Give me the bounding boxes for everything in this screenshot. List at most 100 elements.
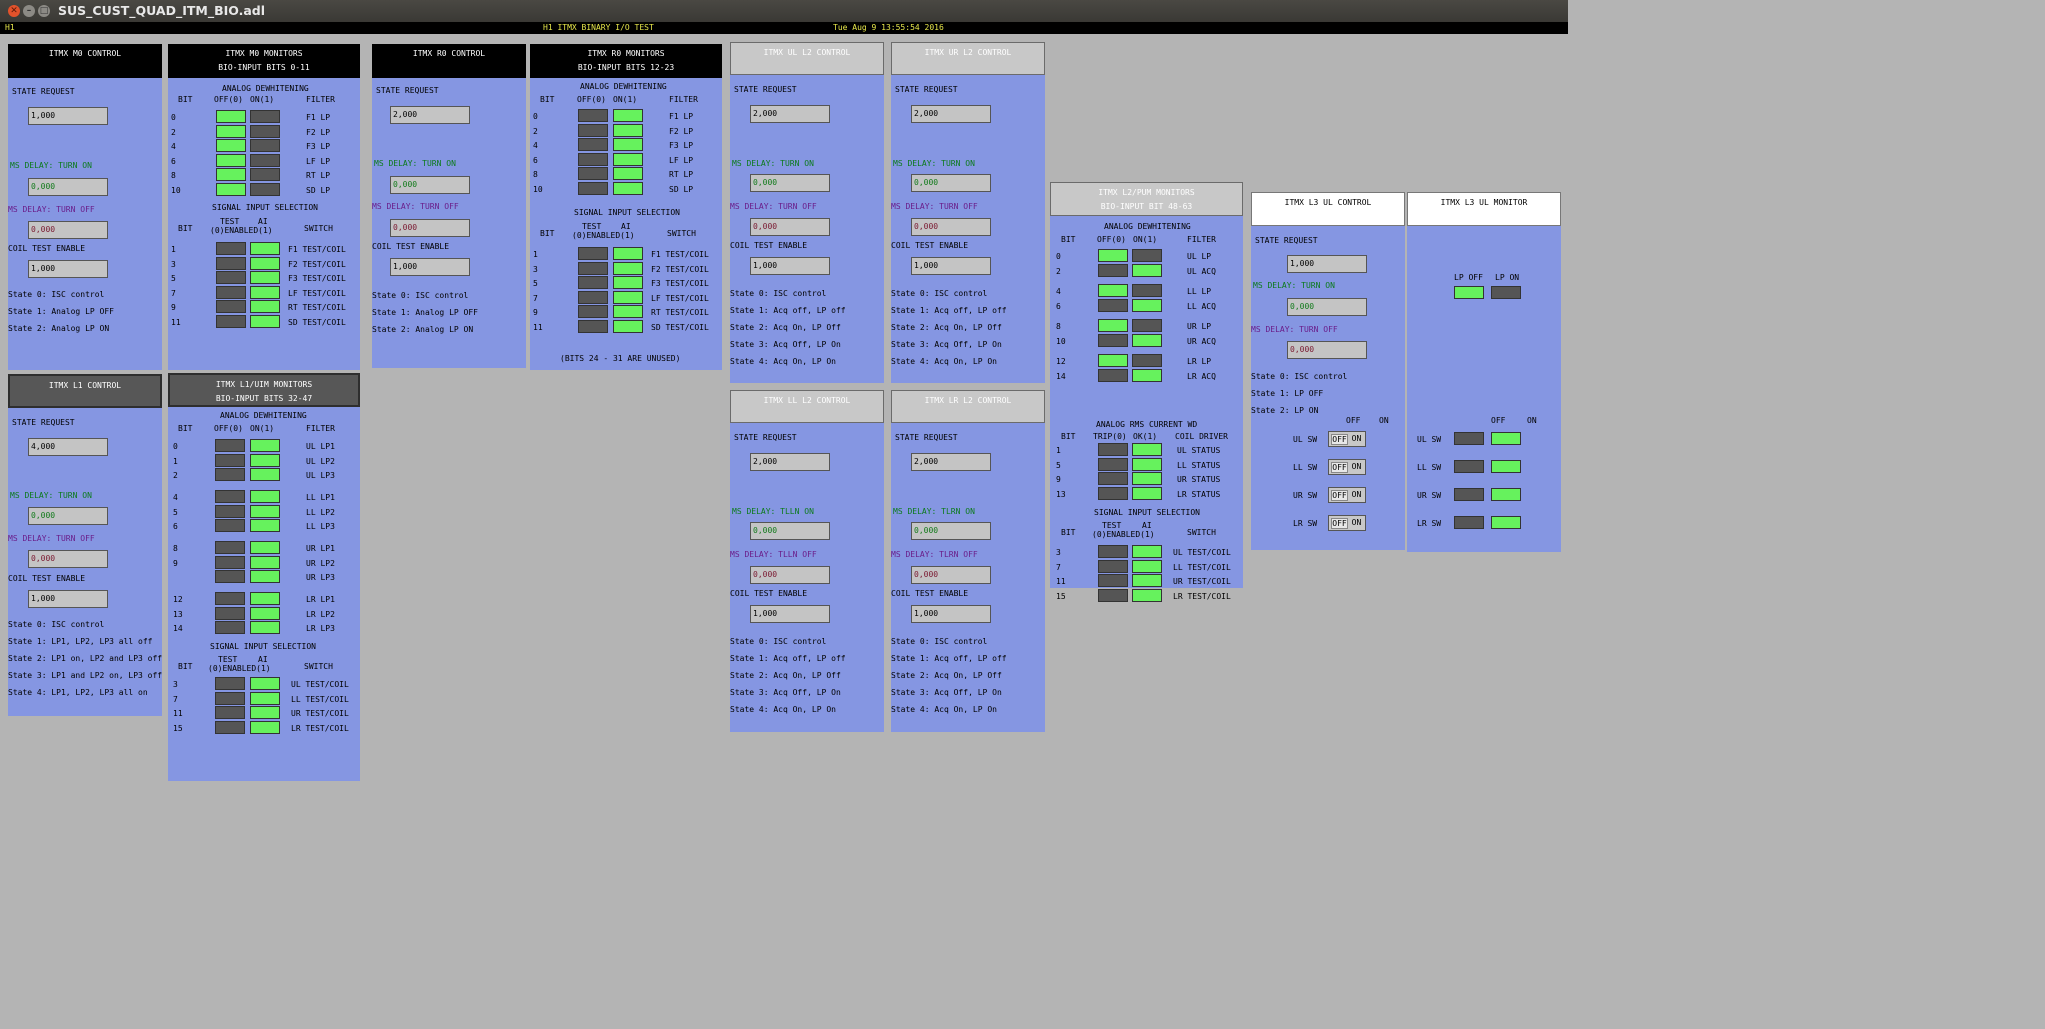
dewhitening-on-led: [613, 109, 643, 122]
filter-label: F3 LP: [306, 142, 331, 152]
signal-ai-led: [250, 242, 280, 255]
dewhitening-on-led: [613, 138, 643, 152]
delay-off-field[interactable]: 0,000: [390, 219, 470, 237]
state-request-field[interactable]: 2,000: [750, 105, 830, 123]
state-request-field[interactable]: 2,000: [911, 453, 991, 471]
delay-off-field[interactable]: 0,000: [750, 566, 830, 584]
state-request-label: STATE REQUEST: [12, 87, 75, 96]
bit-col-header: BIT: [1061, 432, 1076, 441]
state-description: State 3: Acq Off, LP On: [730, 688, 841, 697]
delay-on-field[interactable]: 0,000: [28, 507, 108, 525]
delay-off-field[interactable]: 0,000: [750, 218, 830, 236]
delay-on-field[interactable]: 0,000: [390, 176, 470, 194]
bit-col-header: BIT: [178, 424, 193, 433]
signal-ai-led: [250, 285, 280, 299]
state-request-label: STATE REQUEST: [895, 433, 958, 442]
switch-label: F1 TEST/COIL: [288, 245, 346, 254]
signal-ai-led: [250, 300, 280, 314]
switch-toggle[interactable]: OFF ON: [1328, 459, 1366, 475]
state-request-field[interactable]: 1,000: [28, 107, 108, 125]
r0-ctrl-header: ITMX R0 CONTROL: [372, 44, 526, 78]
coil-test-field[interactable]: 1,000: [28, 260, 108, 278]
dewhitening-on-led: [613, 123, 643, 137]
state-request-field[interactable]: 2,000: [750, 453, 830, 471]
delay-on-field[interactable]: 0,000: [911, 174, 991, 192]
delay-off-field[interactable]: 0,000: [28, 221, 108, 239]
toggle-on-key[interactable]: ON: [1349, 434, 1364, 445]
delay-off-field[interactable]: 0,000: [28, 550, 108, 568]
bit-number: 3: [171, 259, 176, 269]
state-request-field[interactable]: 2,000: [911, 105, 991, 123]
delay-off-field[interactable]: 0,000: [911, 566, 991, 584]
toggle-on-key[interactable]: ON: [1349, 462, 1364, 473]
ok-col-header: OK(1): [1133, 432, 1158, 441]
signal-test-led: [1098, 588, 1128, 602]
bit-number: 4: [1056, 287, 1061, 296]
delay-off-label: MS DELAY: TLRN OFF: [891, 550, 978, 559]
state-description: State 3: Acq Off, LP On: [730, 340, 841, 349]
state-request-field[interactable]: 1,000: [1287, 255, 1367, 273]
state-description: State 1: LP OFF: [1251, 389, 1324, 398]
dewhitening-off-led: [215, 439, 245, 452]
rms-trip-led: [1098, 443, 1128, 456]
delay-on-field[interactable]: 0,000: [1287, 298, 1367, 316]
l2-mon-header: ITMX L2/PUM MONITORS BIO-INPUT BIT 48-63: [1050, 182, 1243, 216]
panel-title: ITMX R0 CONTROL: [412, 49, 486, 58]
dewhitening-off-led: [215, 555, 245, 569]
coil-test-label: COIL TEST ENABLE: [891, 589, 969, 598]
off-col-header: OFF(0): [1097, 235, 1126, 244]
toggle-on-key[interactable]: ON: [1349, 490, 1364, 501]
state-request-field[interactable]: 2,000: [390, 106, 470, 124]
delay-off-field[interactable]: 0,000: [1287, 341, 1367, 359]
switch-label: LF TEST/COIL: [651, 293, 709, 303]
coil-test-field[interactable]: 1,000: [750, 605, 830, 623]
dewhitening-on-led: [1132, 333, 1162, 347]
bit-number: 15: [1056, 591, 1066, 601]
delay-on-field[interactable]: 0,000: [750, 174, 830, 192]
bit-number: 0: [171, 113, 176, 122]
dewhitening-off-led: [1098, 298, 1128, 312]
toggle-off-key[interactable]: OFF: [1331, 490, 1348, 501]
signal-test-led: [215, 691, 245, 705]
bit-number: 12: [173, 595, 183, 604]
toggle-off-key[interactable]: OFF: [1331, 434, 1348, 445]
state-description: State 1: Analog LP OFF: [372, 308, 478, 317]
coil-test-field[interactable]: 1,000: [750, 257, 830, 275]
ai-col-header: AI: [258, 655, 268, 664]
test-col-header: TEST: [220, 217, 240, 226]
bit-number: 8: [173, 544, 178, 553]
rms-ok-led: [1132, 486, 1162, 500]
delay-on-field[interactable]: 0,000: [911, 522, 991, 540]
switch-toggle[interactable]: OFF ON: [1328, 487, 1366, 503]
toggle-on-key[interactable]: ON: [1349, 518, 1364, 529]
rms-trip-led: [1098, 486, 1128, 500]
maximize-icon[interactable]: □: [38, 5, 50, 17]
dewhitening-off-led: [216, 110, 246, 123]
dewhitening-off-led: [215, 504, 245, 518]
switch-toggle[interactable]: OFF ON: [1328, 515, 1366, 531]
enabled-col-header: (0)ENABLED(1): [572, 231, 635, 240]
coil-test-field[interactable]: 1,000: [911, 257, 991, 275]
panel-title: ITMX UR L2 CONTROL: [924, 48, 1012, 57]
toggle-off-key[interactable]: OFF: [1331, 462, 1348, 473]
minimize-icon[interactable]: –: [23, 5, 35, 17]
coil-test-field[interactable]: 1,000: [911, 605, 991, 623]
l2-monitor-panel: ITMX L2/PUM MONITORS BIO-INPUT BIT 48-63 A…: [1050, 182, 1243, 602]
ai-col-header: AI: [621, 222, 631, 231]
dewhitening-off-led: [578, 138, 608, 152]
rms-trip-led: [1098, 472, 1128, 486]
delay-on-label: MS DELAY: TLRN ON: [893, 507, 975, 516]
bit-col-header: BIT: [540, 95, 555, 104]
toggle-off-key[interactable]: OFF: [1331, 518, 1348, 529]
coil-test-field[interactable]: 1,000: [390, 258, 470, 276]
state-request-label: STATE REQUEST: [734, 433, 797, 442]
delay-on-field[interactable]: 0,000: [28, 178, 108, 196]
close-icon[interactable]: ✕: [8, 5, 20, 17]
dewhitening-off-led: [216, 139, 246, 153]
switch-toggle[interactable]: OFF ON: [1328, 431, 1366, 447]
state-request-field[interactable]: 4,000: [28, 438, 108, 456]
coil-test-field[interactable]: 1,000: [28, 590, 108, 608]
delay-on-field[interactable]: 0,000: [750, 522, 830, 540]
delay-off-field[interactable]: 0,000: [911, 218, 991, 236]
bit-number: 4: [173, 493, 178, 502]
